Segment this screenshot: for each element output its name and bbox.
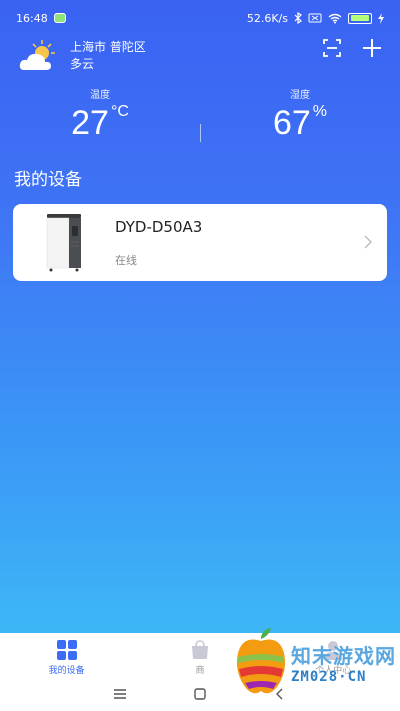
network-speed: 52.6K/s — [246, 11, 288, 25]
humidity-value: 67 — [272, 104, 311, 142]
tab-label: 商 — [195, 666, 205, 676]
status-bar: 16:48 52.6K/s — [0, 0, 400, 36]
temperature-value: 27 — [71, 104, 109, 142]
weather-condition: 多云 — [70, 57, 95, 71]
weather-location: 上海市 普陀区 — [70, 40, 146, 54]
weather-widget: 上海市 普陀区 多云 — [18, 38, 146, 74]
watermark-title: 知末游戏网 — [291, 643, 396, 668]
section-title: 我的设备 — [14, 170, 82, 190]
humidity-label: 湿度 — [290, 90, 310, 101]
apple-logo-icon — [233, 627, 289, 697]
message-notification-icon — [53, 13, 66, 23]
device-status: 在线 — [115, 253, 137, 267]
chevron-right-icon — [364, 235, 372, 249]
environment-metrics: 温度 27 °C 湿度 67 % — [0, 86, 400, 145]
watermark-subtitle: ZM028·CN — [291, 668, 367, 685]
device-name: DYD-D50A3 — [115, 217, 203, 236]
metrics-divider — [200, 124, 201, 142]
charging-icon — [378, 12, 384, 24]
temperature-unit: °C — [110, 103, 129, 120]
home-square-icon[interactable] — [193, 687, 207, 701]
temperature-metric: 温度 27 °C — [0, 86, 200, 145]
dehumidifier-image — [45, 213, 83, 272]
partly-cloudy-icon — [18, 38, 60, 74]
status-time: 16:48 — [16, 11, 48, 25]
grid-icon — [56, 640, 77, 660]
menu-icon[interactable] — [113, 687, 127, 701]
device-card[interactable]: DYD-D50A3 在线 — [13, 204, 387, 281]
wifi-icon — [328, 13, 342, 23]
humidity-metric: 湿度 67 % — [200, 86, 400, 145]
watermark: 知末游戏网 ZM028·CN — [233, 627, 396, 697]
tab-label: 我的设备 — [48, 666, 85, 676]
battery-icon — [348, 12, 372, 24]
tab-my-devices[interactable]: 我的设备 — [7, 637, 127, 677]
sim-disabled-icon — [308, 13, 322, 23]
shopping-bag-icon — [191, 640, 208, 659]
add-icon[interactable] — [362, 38, 382, 58]
humidity-unit: % — [312, 103, 328, 120]
scan-icon[interactable] — [322, 38, 342, 58]
top-actions — [322, 38, 382, 58]
temperature-label: 温度 — [90, 90, 110, 101]
bluetooth-icon — [294, 12, 302, 24]
